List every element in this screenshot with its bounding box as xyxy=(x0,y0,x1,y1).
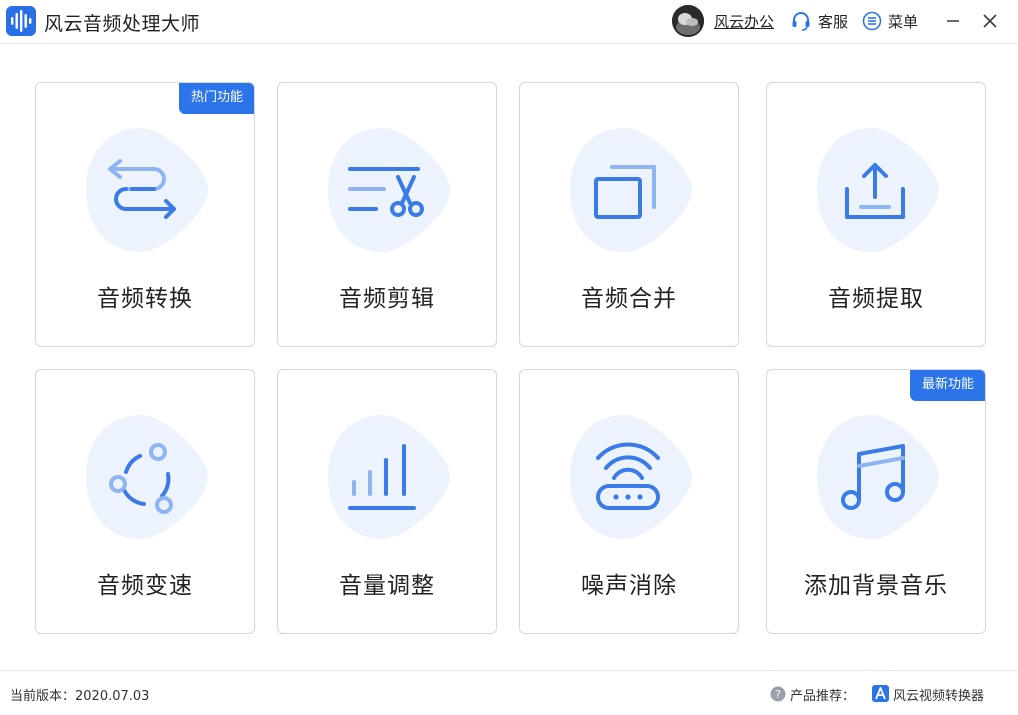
feature-label: 添加背景音乐 xyxy=(804,573,948,599)
user-name-link[interactable]: 风云办公 xyxy=(714,11,774,32)
noise-router-icon xyxy=(596,442,660,510)
feature-label: 音频提取 xyxy=(828,286,924,312)
merge-windows-icon xyxy=(594,165,656,219)
new-badge: 最新功能 xyxy=(910,370,985,401)
svg-text:?: ? xyxy=(775,688,781,701)
feature-label: 噪声消除 xyxy=(581,573,677,599)
convert-arrows-icon xyxy=(108,159,176,219)
app-title: 风云音频处理大师 xyxy=(44,13,201,35)
speed-cycle-icon xyxy=(109,443,173,514)
feature-label: 音频合并 xyxy=(581,286,677,312)
feature-card-noise-removal[interactable]: 噪声消除 xyxy=(519,369,739,634)
menu-button[interactable]: 菜单 xyxy=(862,9,918,33)
customer-service-button[interactable]: 客服 xyxy=(790,9,848,33)
feature-label: 音量调整 xyxy=(339,573,435,599)
close-button[interactable] xyxy=(979,10,1001,32)
feature-label: 音频剪辑 xyxy=(339,286,435,312)
volume-bars-icon xyxy=(348,444,416,510)
feature-card-audio-convert[interactable]: 热门功能 音频转换 xyxy=(35,82,255,347)
hot-badge: 热门功能 xyxy=(179,83,254,114)
avatar[interactable] xyxy=(672,5,704,37)
export-tray-icon xyxy=(845,163,905,219)
footer-divider xyxy=(0,670,1018,671)
minimize-button[interactable] xyxy=(942,10,964,32)
feature-card-audio-speed[interactable]: 音频变速 xyxy=(35,369,255,634)
feature-card-audio-extract[interactable]: 音频提取 xyxy=(766,82,986,347)
close-icon xyxy=(983,14,997,28)
minimize-icon xyxy=(947,20,959,22)
video-converter-logo-icon xyxy=(872,685,889,702)
feature-label: 音频变速 xyxy=(97,573,193,599)
recommended-product-link[interactable]: 风云视频转换器 xyxy=(893,685,984,704)
feature-label: 音频转换 xyxy=(97,286,193,312)
menu-list-icon xyxy=(862,11,882,31)
feature-card-background-music[interactable]: 最新功能 添加背景音乐 xyxy=(766,369,986,634)
music-note-icon xyxy=(841,444,905,510)
feature-card-audio-edit[interactable]: 音频剪辑 xyxy=(277,82,497,347)
scissors-icon xyxy=(348,167,424,217)
help-icon[interactable]: ? xyxy=(770,686,786,702)
headset-icon xyxy=(792,12,810,31)
recommend-label: 产品推荐： xyxy=(790,689,856,704)
version-text: 当前版本：2020.07.03 xyxy=(10,689,150,704)
waveform-logo-icon xyxy=(6,6,36,36)
title-bar: 风云音频处理大师 风云办公 客服 菜单 xyxy=(0,0,1018,42)
feature-card-audio-merge[interactable]: 音频合并 xyxy=(519,82,739,347)
service-label: 客服 xyxy=(818,12,849,31)
feature-card-volume-adjust[interactable]: 音量调整 xyxy=(277,369,497,634)
header-divider xyxy=(0,43,1018,44)
menu-label: 菜单 xyxy=(888,12,919,31)
